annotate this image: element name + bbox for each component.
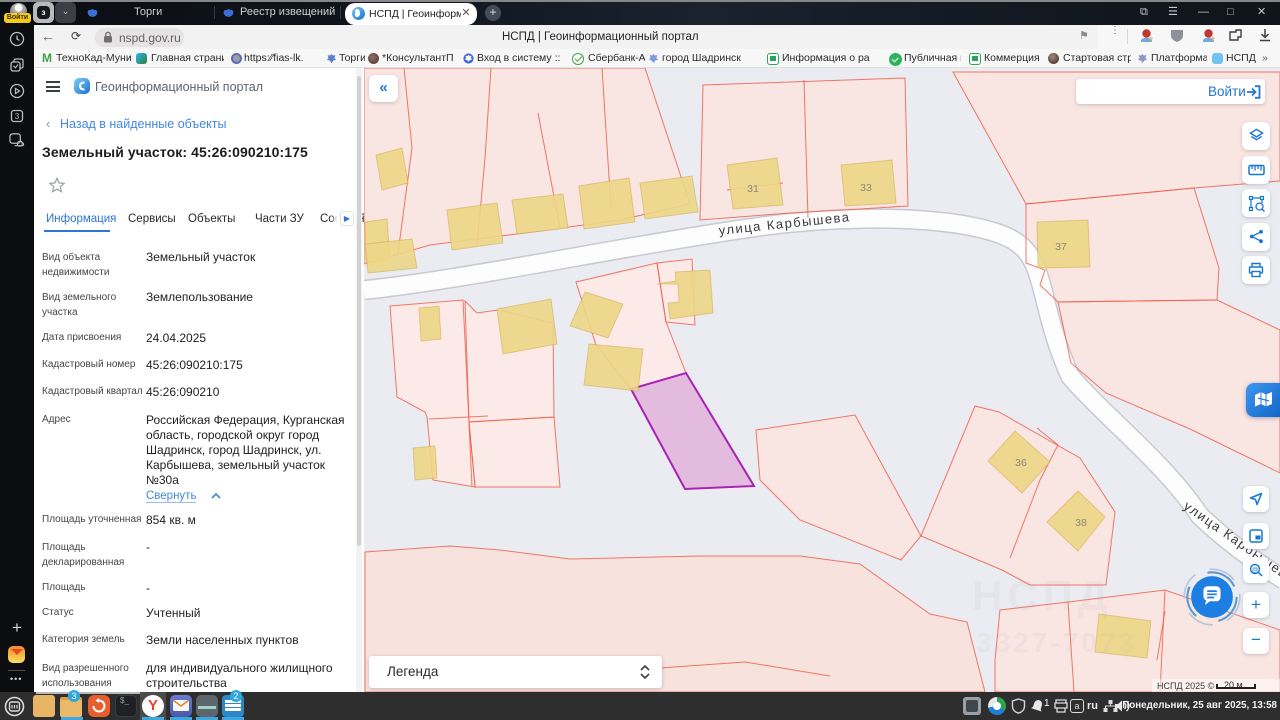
svg-text:31: 31 (747, 183, 759, 195)
svg-text:НСПД: НСПД (972, 572, 1113, 619)
svg-text:3327-7073: 3327-7073 (976, 627, 1137, 658)
svg-text:38: 38 (1075, 517, 1087, 529)
svg-text:33: 33 (860, 182, 872, 194)
svg-text:37: 37 (1055, 241, 1067, 253)
svg-text:@: @ (1252, 566, 1259, 573)
svg-text:36: 36 (1015, 457, 1027, 469)
svg-text:3: 3 (15, 112, 20, 121)
